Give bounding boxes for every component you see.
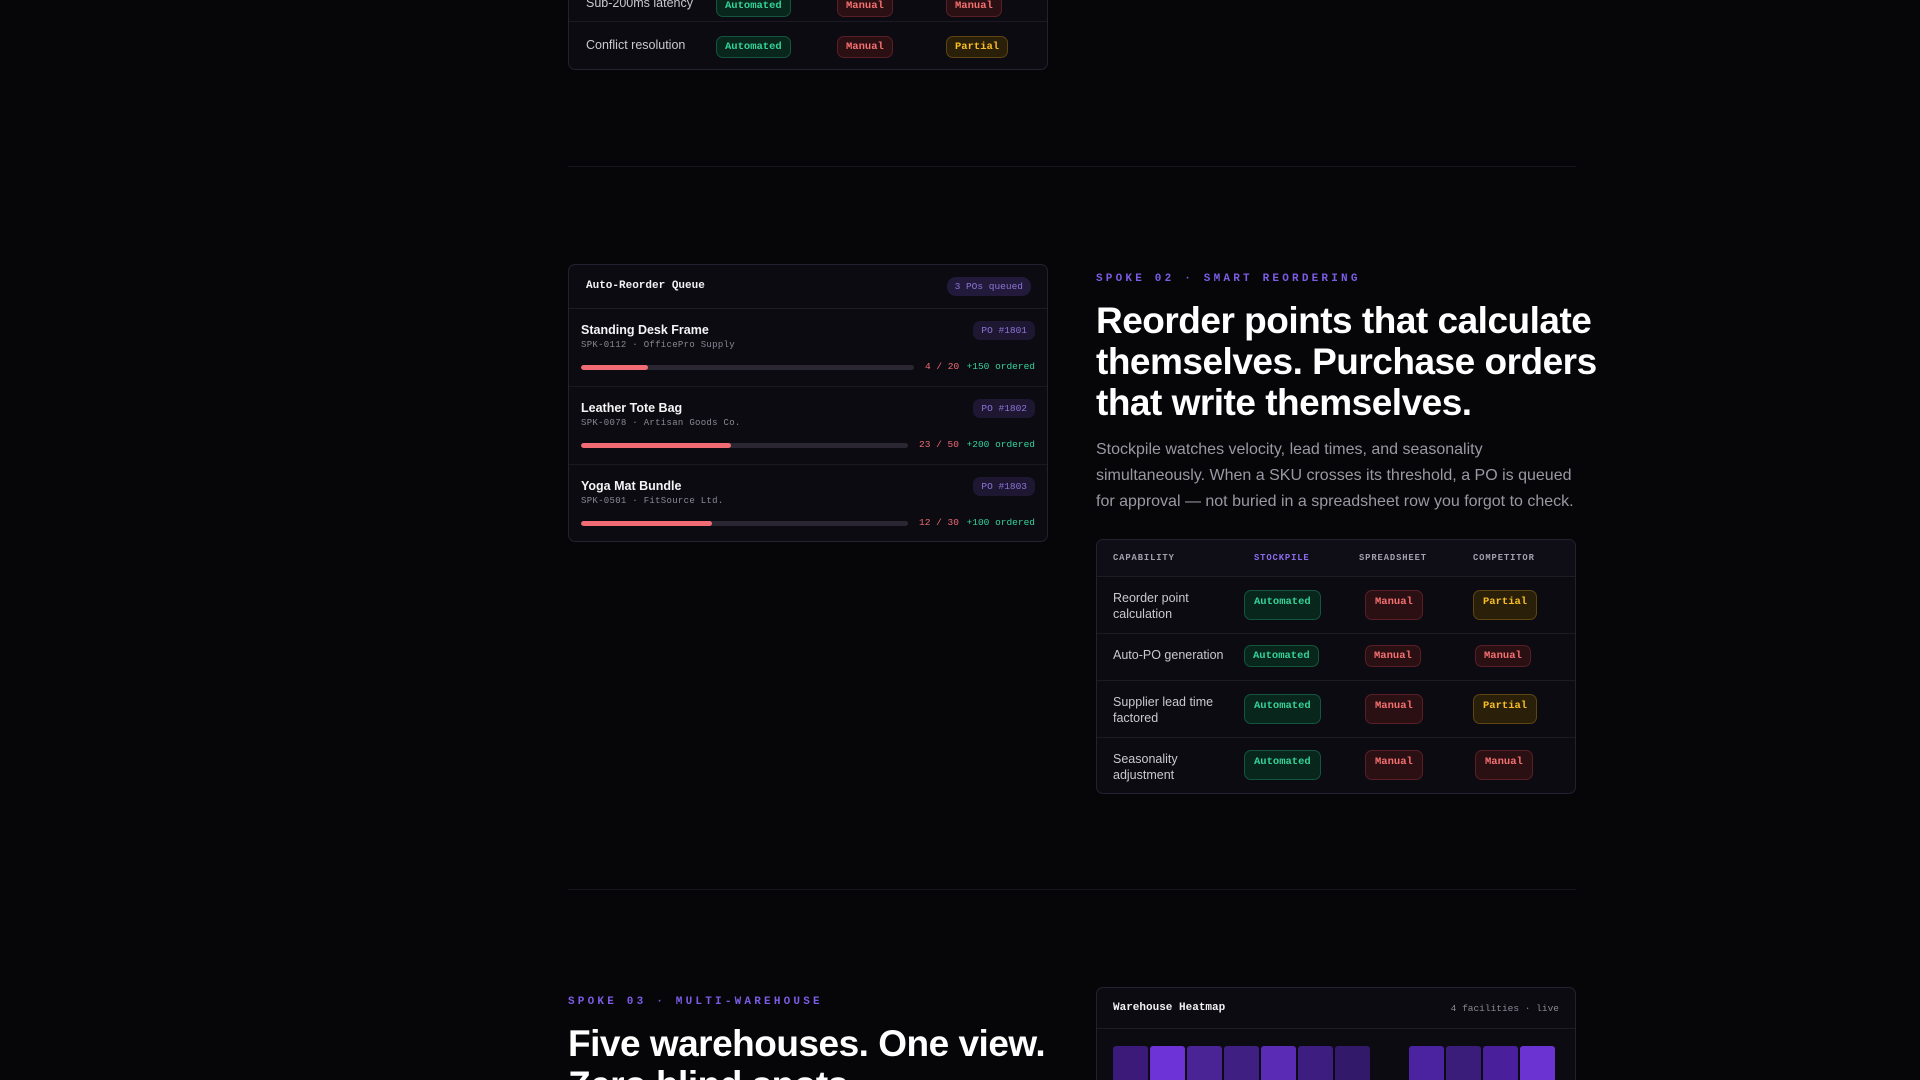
stock-level-bar: [581, 365, 914, 370]
queue-count-badge: 3 POs queued: [946, 277, 1031, 296]
section-headline: Five warehouses. One view. Zero blind sp…: [568, 1023, 1046, 1080]
capability-label: Seasonality adjustment: [1113, 752, 1178, 782]
section-headline: Reorder points that calculate themselves…: [1096, 300, 1597, 423]
status-badge: Manual: [1365, 750, 1423, 780]
stock-count: 23 / 50: [919, 439, 959, 450]
table-row: Reorder point calculation Automated Manu…: [1097, 577, 1575, 634]
status-badge: Automated: [1244, 645, 1319, 667]
auto-reorder-queue-card: Auto-Reorder Queue 3 POs queued Standing…: [568, 264, 1048, 542]
product-sku: SPK-0501 · FitSource Ltd.: [581, 496, 724, 506]
status-badge: Manual: [1475, 750, 1533, 780]
sync-comparison-table: Sub-200ms latency Automated Manual Manua…: [568, 0, 1048, 70]
po-number-badge[interactable]: PO #1801: [973, 321, 1035, 340]
status-badge: Automated: [1244, 590, 1321, 620]
queue-item[interactable]: Yoga Mat Bundle SPK-0501 · FitSource Ltd…: [569, 465, 1047, 541]
heatmap-cell[interactable]: [1520, 1046, 1555, 1080]
heatmap-cell[interactable]: [1335, 1046, 1370, 1080]
table-row: Auto-PO generation Automated Manual Manu…: [1097, 634, 1575, 681]
product-sku: SPK-0078 · Artisan Goods Co.: [581, 418, 741, 428]
column-header-capability: CAPABILITY: [1113, 553, 1175, 563]
heatmap-cell[interactable]: [1409, 1046, 1444, 1080]
heatmap-grid: [1113, 1046, 1555, 1080]
column-header-stockpile: STOCKPILE: [1254, 553, 1310, 563]
capability-label: Supplier lead time factored: [1113, 695, 1214, 725]
section-body: Stockpile watches velocity, lead times, …: [1096, 437, 1574, 515]
status-badge: Manual: [1365, 694, 1423, 724]
headline-line: themselves. Purchase orders: [1096, 341, 1597, 382]
capability-label: Conflict resolution: [586, 38, 686, 52]
status-badge: Manual: [946, 0, 1002, 17]
queue-item[interactable]: Standing Desk Frame SPK-0112 · OfficePro…: [569, 309, 1047, 387]
stock-count: 4 / 20: [925, 361, 960, 372]
warehouse-heatmap-card: Warehouse Heatmap 4 facilities · live: [1096, 987, 1576, 1080]
stock-level-fill: [581, 365, 648, 370]
status-badge: Manual: [1365, 645, 1421, 667]
status-badge: Automated: [716, 36, 791, 58]
status-badge: Partial: [1473, 694, 1538, 724]
heatmap-cell[interactable]: [1187, 1046, 1222, 1080]
section-eyebrow: SPOKE 03 · MULTI-WAREHOUSE: [568, 996, 823, 1008]
status-badge: Partial: [1473, 590, 1538, 620]
product-sku: SPK-0112 · OfficePro Supply: [581, 340, 735, 350]
queue-item[interactable]: Leather Tote Bag SPK-0078 · Artisan Good…: [569, 387, 1047, 465]
headline-line: that write themselves.: [1096, 382, 1472, 423]
stock-level-fill: [581, 443, 732, 448]
table-row: Supplier lead time factored Automated Ma…: [1097, 681, 1575, 738]
table-row: Sub-200ms latency Automated Manual Manua…: [569, 0, 1047, 22]
status-badge: Manual: [837, 0, 893, 17]
table-row: Seasonality adjustment Automated Manual …: [1097, 738, 1575, 793]
stock-count: 12 / 30: [919, 517, 959, 528]
section-eyebrow: SPOKE 02 · SMART REORDERING: [1096, 273, 1361, 285]
table-header: CAPABILITY STOCKPILE SPREADSHEET COMPETI…: [1097, 540, 1575, 577]
ordered-quantity: +200 ordered: [966, 439, 1035, 450]
headline-line: Reorder points that calculate: [1096, 300, 1592, 341]
heatmap-cell[interactable]: [1298, 1046, 1333, 1080]
status-badge: Manual: [837, 36, 893, 58]
column-header-spreadsheet: SPREADSHEET: [1359, 553, 1427, 563]
section-divider: [568, 889, 1576, 890]
table-row: Conflict resolution Automated Manual Par…: [569, 23, 1047, 69]
divider: [1097, 1028, 1575, 1029]
po-number-badge[interactable]: PO #1802: [973, 399, 1035, 418]
ordered-quantity: +100 ordered: [966, 517, 1035, 528]
heatmap-cell[interactable]: [1113, 1046, 1148, 1080]
heatmap-cell[interactable]: [1261, 1046, 1296, 1080]
body-line: Stockpile watches velocity, lead times, …: [1096, 441, 1483, 458]
status-badge: Manual: [1475, 645, 1531, 667]
queue-header: Auto-Reorder Queue 3 POs queued: [569, 265, 1047, 309]
status-badge: Partial: [946, 36, 1009, 58]
status-badge: Automated: [1244, 694, 1321, 724]
product-name: Leather Tote Bag: [581, 401, 683, 415]
capability-label: Auto-PO generation: [1113, 648, 1224, 662]
heatmap-cell[interactable]: [1150, 1046, 1185, 1080]
body-line: simultaneously. When a SKU crosses its t…: [1096, 467, 1572, 484]
po-number-badge[interactable]: PO #1803: [973, 477, 1035, 496]
heatmap-cell[interactable]: [1483, 1046, 1518, 1080]
heatmap-cell[interactable]: [1224, 1046, 1259, 1080]
stock-level-fill: [581, 521, 712, 526]
capability-comparison-table: CAPABILITY STOCKPILE SPREADSHEET COMPETI…: [1096, 539, 1576, 794]
headline-line: Zero blind spots.: [568, 1064, 1045, 1080]
heatmap-cell[interactable]: [1372, 1046, 1407, 1080]
capability-label: Reorder point calculation: [1113, 591, 1189, 621]
heatmap-meta: 4 facilities · live: [1450, 1003, 1559, 1014]
queue-title: Auto-Reorder Queue: [586, 280, 705, 292]
ordered-quantity: +150 ordered: [966, 361, 1035, 372]
column-header-competitor: COMPETITOR: [1473, 553, 1535, 563]
status-badge: Automated: [716, 0, 791, 17]
section-divider: [568, 166, 1576, 167]
heatmap-title: Warehouse Heatmap: [1113, 1002, 1226, 1014]
body-line: for approval — not buried in a spreadshe…: [1096, 493, 1574, 510]
stock-level-bar: [581, 521, 908, 526]
capability-label: Sub-200ms latency: [586, 0, 694, 10]
product-name: Standing Desk Frame: [581, 323, 709, 337]
status-badge: Manual: [1365, 590, 1423, 620]
heatmap-cell[interactable]: [1446, 1046, 1481, 1080]
headline-line: Five warehouses. One view.: [568, 1023, 1046, 1064]
product-name: Yoga Mat Bundle: [581, 479, 682, 493]
status-badge: Automated: [1244, 750, 1321, 780]
stock-level-bar: [581, 443, 908, 448]
